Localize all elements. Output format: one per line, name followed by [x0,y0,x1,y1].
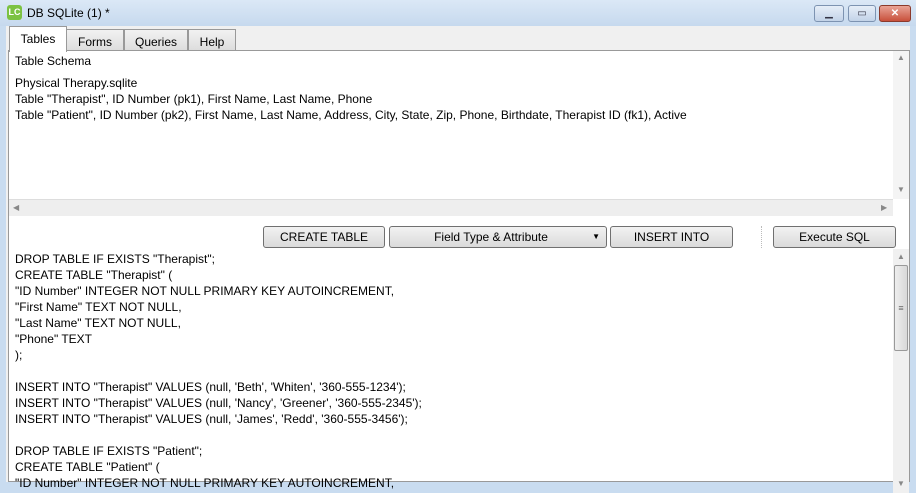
scroll-right-icon[interactable]: ▶ [881,203,887,212]
maximize-button[interactable]: ▭ [848,5,876,22]
window-title: DB SQLite (1) * [27,6,110,20]
schema-line: Physical Therapy.sqlite [15,76,138,90]
sql-editor[interactable]: DROP TABLE IF EXISTS "Therapist"; CREATE… [15,251,422,491]
scroll-down-icon[interactable]: ▼ [897,185,905,194]
field-type-dropdown[interactable]: Field Type & Attribute ▼ [389,226,607,248]
client-area: Tables Forms Queries Help Table Schema P… [6,26,910,493]
tab-forms[interactable]: Forms [66,29,124,51]
sql-vertical-scrollbar[interactable]: ▲ ≡ ▼ [893,249,909,493]
app-logo-icon: LC [7,5,22,20]
execute-sql-button[interactable]: Execute SQL [773,226,896,248]
schema-line: Table "Therapist", ID Number (pk1), Firs… [15,92,373,106]
scroll-up-icon[interactable]: ▲ [897,53,905,62]
minimize-button[interactable]: ▁ [814,5,844,22]
tables-panel: Table Schema Physical Therapy.sqlite Tab… [8,50,910,493]
scrollbar-thumb[interactable]: ≡ [894,265,908,351]
create-table-button[interactable]: CREATE TABLE [263,226,385,248]
tab-help[interactable]: Help [188,29,236,51]
scroll-down-icon[interactable]: ▼ [897,479,905,488]
close-button[interactable]: ✕ [879,5,911,22]
insert-into-button[interactable]: INSERT INTO [610,226,733,248]
title-bar: LC DB SQLite (1) * ▁ ▭ ✕ [0,0,916,26]
schema-horizontal-scrollbar[interactable]: ◀ ▶ [9,199,893,216]
tab-tables[interactable]: Tables [9,26,67,52]
dropdown-arrow-icon: ▼ [592,232,600,241]
schema-area[interactable]: Table Schema Physical Therapy.sqlite Tab… [15,53,687,123]
tab-queries[interactable]: Queries [124,29,188,51]
scroll-left-icon[interactable]: ◀ [13,203,19,212]
schema-heading: Table Schema [15,54,92,68]
toolbar-separator [761,226,762,248]
scroll-up-icon[interactable]: ▲ [897,252,905,261]
field-type-label: Field Type & Attribute [434,230,548,244]
schema-vertical-scrollbar[interactable]: ▲ ▼ [893,51,909,199]
schema-line: Table "Patient", ID Number (pk2), First … [15,108,687,122]
